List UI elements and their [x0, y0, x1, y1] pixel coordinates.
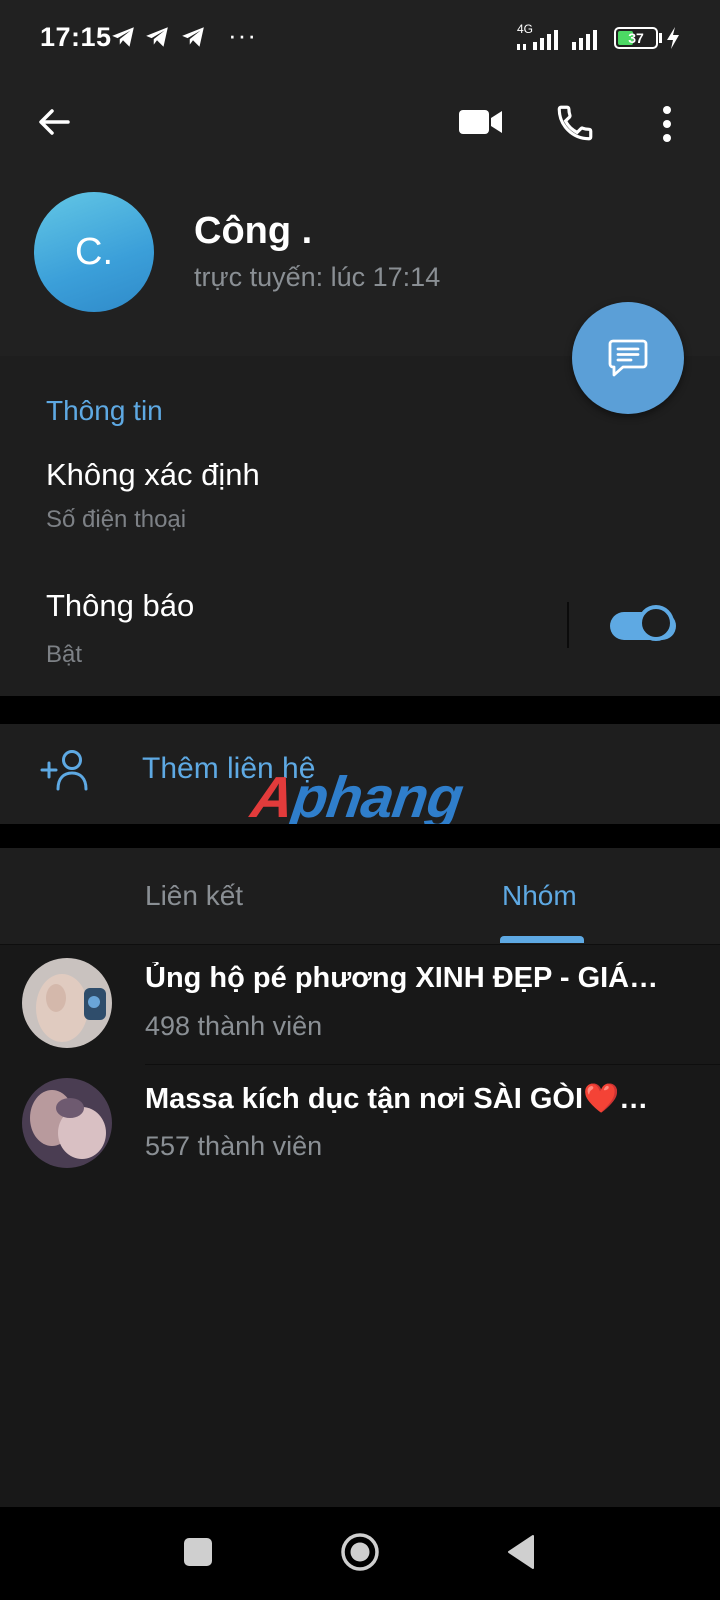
phone-number-label: Số điện thoại: [46, 506, 187, 533]
notifications-divider: [567, 602, 569, 648]
notifications-title[interactable]: Thông báo: [46, 588, 194, 624]
tab-links[interactable]: Liên kết: [145, 880, 243, 912]
more-notifications-icon: ···: [228, 20, 257, 50]
telegram-notification-icon: [112, 27, 134, 47]
avatar[interactable]: C.: [34, 192, 154, 312]
video-call-icon[interactable]: [458, 104, 504, 140]
telegram-notification-icon: [146, 27, 168, 47]
toggle-knob[interactable]: [638, 605, 674, 641]
battery-level: 37: [628, 30, 644, 46]
add-person-icon: [40, 750, 88, 791]
battery-tip: [659, 33, 662, 43]
signal-icon: [572, 30, 597, 50]
section-gap: [0, 824, 720, 848]
tab-groups[interactable]: Nhóm: [502, 880, 577, 912]
send-message-button[interactable]: [572, 302, 684, 414]
more-vert-icon[interactable]: [660, 104, 674, 144]
info-section-title: Thông tin: [46, 395, 163, 426]
home-circle-icon[interactable]: [340, 1532, 380, 1572]
telegram-notification-icon: [182, 27, 204, 47]
section-gap: [0, 696, 720, 724]
message-icon: [608, 339, 648, 377]
contact-name: Công .: [194, 210, 313, 252]
active-tab-indicator: [500, 936, 584, 943]
last-seen-status: trực tuyến: lúc 17:14: [194, 262, 441, 292]
watermark-logo: Aphang: [247, 765, 467, 830]
group-title: Massa kích dục tận nơi SÀI GÒI❤️…: [145, 1083, 649, 1115]
group-member-count: 498 thành viên: [145, 1011, 323, 1041]
back-arrow-icon[interactable]: [34, 102, 74, 142]
phone-number-value[interactable]: Không xác định: [46, 457, 260, 493]
group-avatar: [22, 1078, 112, 1168]
back-triangle-icon[interactable]: [506, 1534, 536, 1570]
group-title: Ủng hộ pé phương XINH ĐẸP - GIÁ…: [145, 962, 659, 994]
status-time: 17:15: [40, 22, 112, 52]
battery-icon: 37: [614, 27, 658, 49]
media-tabs: [0, 848, 720, 945]
notifications-status: Bật: [46, 641, 83, 668]
charging-icon: [667, 27, 679, 49]
phone-call-icon[interactable]: [554, 102, 596, 144]
recents-square-icon[interactable]: [184, 1538, 212, 1566]
signal-icon: [517, 30, 558, 50]
group-member-count: 557 thành viên: [145, 1131, 323, 1161]
group-avatar: [22, 958, 112, 1048]
